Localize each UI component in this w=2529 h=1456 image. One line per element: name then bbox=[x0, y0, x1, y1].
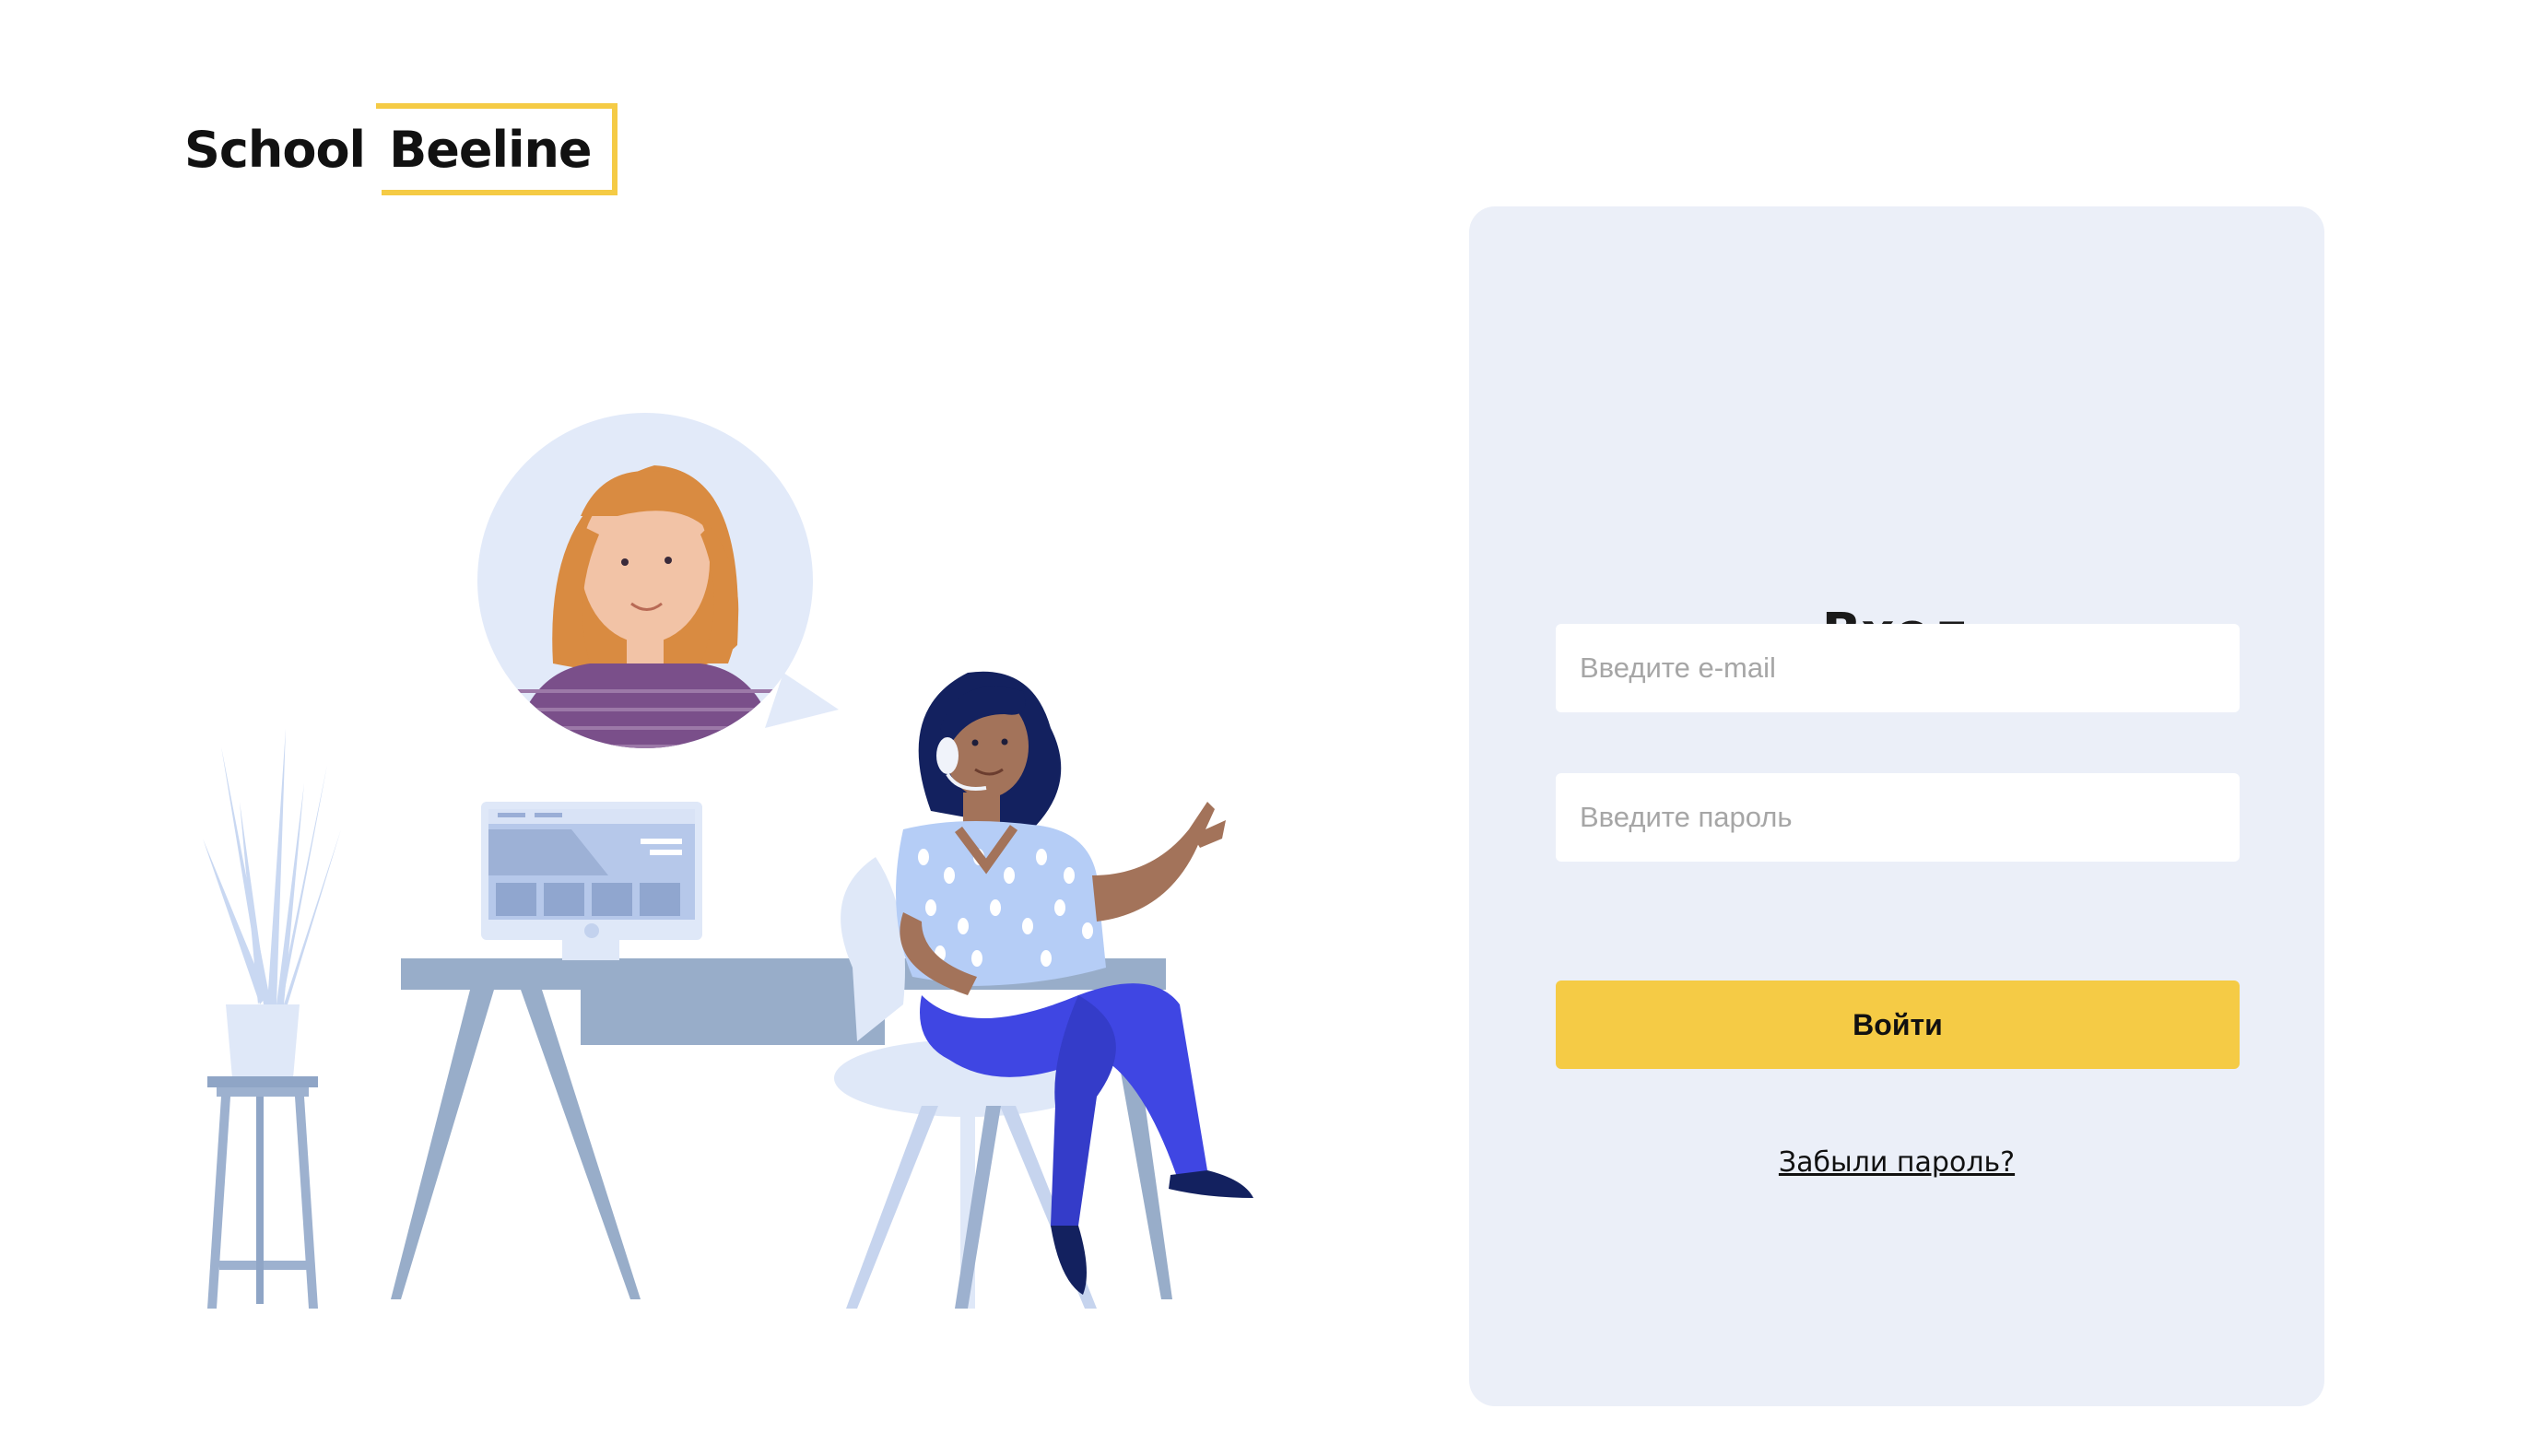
logo-frame: Beeline bbox=[376, 103, 618, 195]
forgot-password-link[interactable]: Забыли пароль? bbox=[1469, 1146, 2324, 1179]
login-page: School Beeline Введите e-mail Войти Забы… bbox=[0, 0, 2529, 1456]
logo-text-beeline: Beeline bbox=[389, 120, 592, 179]
password-input[interactable] bbox=[1556, 773, 2240, 862]
support-illustration bbox=[203, 413, 1253, 1309]
speech-bubble-illustration bbox=[477, 413, 839, 748]
email-input[interactable] bbox=[1556, 624, 2240, 712]
login-button[interactable]: Войти bbox=[1556, 980, 2240, 1069]
brand-logo[interactable]: School Beeline bbox=[184, 103, 618, 195]
logo-text-school: School bbox=[184, 120, 366, 179]
login-panel: Вход Войти Забыли пароль? bbox=[1469, 206, 2324, 1406]
plant-illustration bbox=[203, 728, 341, 1309]
monitor-illustration bbox=[481, 802, 702, 960]
